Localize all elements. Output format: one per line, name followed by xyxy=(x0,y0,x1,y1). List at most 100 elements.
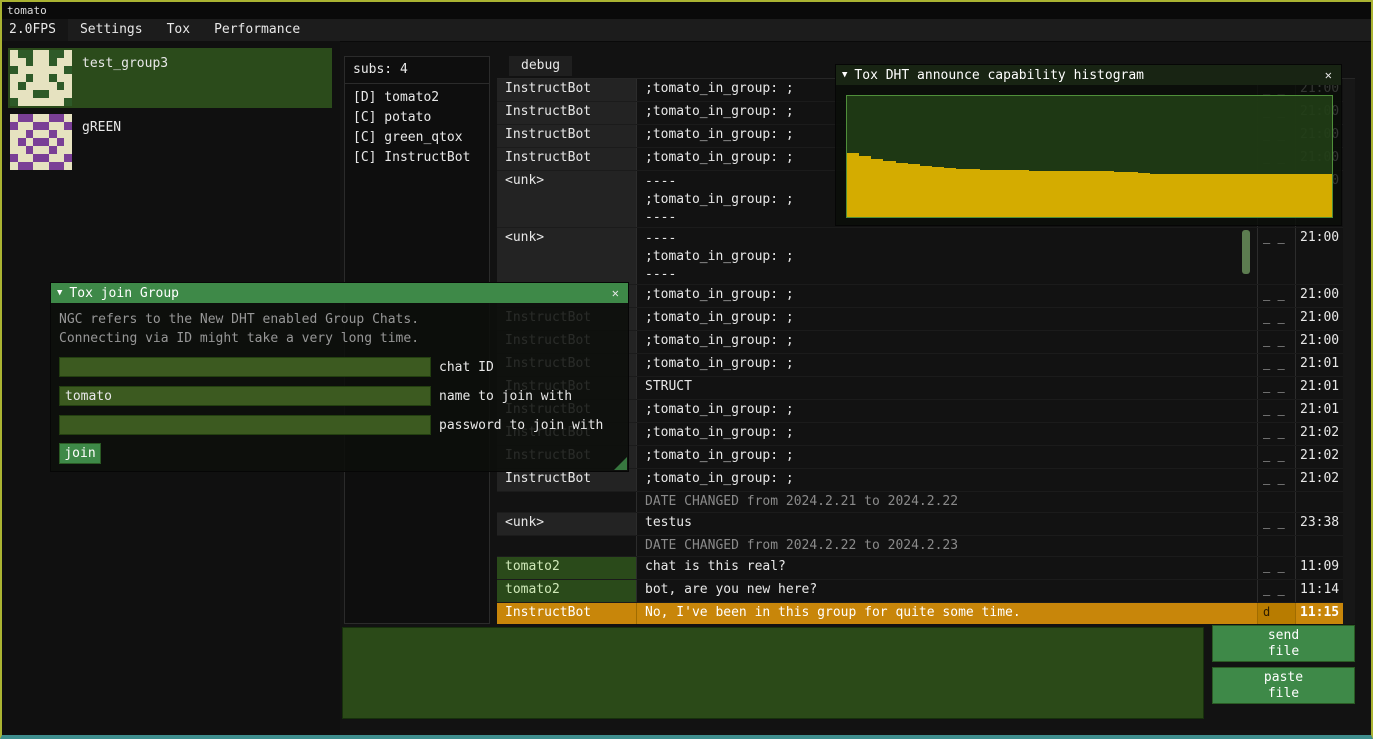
menu-item-settings[interactable]: Settings xyxy=(68,19,155,41)
histogram-bar xyxy=(1211,174,1223,217)
chat-sender: InstructBot xyxy=(497,102,637,124)
histogram-window-titlebar[interactable]: ▼ Tox DHT announce capability histogram … xyxy=(836,65,1341,85)
chat-timestamp: 21:01 xyxy=(1295,354,1343,376)
members-count-header: subs: 4 xyxy=(345,57,489,84)
chat-message: ;tomato_in_group: ; xyxy=(637,400,1257,422)
chat-timestamp xyxy=(1295,492,1343,512)
histogram-bar xyxy=(1150,174,1162,217)
menu-item-tox[interactable]: Tox xyxy=(155,19,202,41)
chat-message: testus xyxy=(637,513,1257,535)
tab-debug[interactable]: debug xyxy=(509,56,572,76)
chat-sender: InstructBot xyxy=(497,125,637,147)
menu-bar: 2.0FPS Settings Tox Performance xyxy=(2,19,1371,42)
join-button[interactable]: join xyxy=(59,443,101,464)
histogram-bar xyxy=(1065,171,1077,217)
chat-status-flags: _ _ xyxy=(1257,228,1295,284)
histogram-bar xyxy=(1138,173,1150,217)
chat-sender: <unk> xyxy=(497,171,637,227)
member-item[interactable]: [C] potato xyxy=(345,108,489,128)
member-item[interactable]: [C] green_qtox xyxy=(345,128,489,148)
collapse-icon[interactable]: ▼ xyxy=(57,288,62,298)
group-avatar-1 xyxy=(10,114,72,170)
chat-message: ;tomato_in_group: ; xyxy=(637,446,1257,468)
chat-message: ;tomato_in_group: ; xyxy=(637,423,1257,445)
chat-sender xyxy=(497,492,637,512)
chat-scrollbar[interactable] xyxy=(1343,79,1355,624)
histogram-bar xyxy=(920,166,932,217)
member-item[interactable]: [C] InstructBot xyxy=(345,148,489,168)
join-window-titlebar[interactable]: ▼ Tox join Group ✕ xyxy=(51,283,628,303)
menu-item-performance[interactable]: Performance xyxy=(202,19,312,41)
chat-row[interactable]: DATE CHANGED from 2024.2.21 to 2024.2.22 xyxy=(497,492,1343,513)
chat-status-flags: _ _ xyxy=(1257,446,1295,468)
chat-message: ;tomato_in_group: ; xyxy=(637,331,1257,353)
chat-row[interactable]: <unk>----;tomato_in_group: ;----_ _21:00 xyxy=(497,228,1343,285)
chat-id-input[interactable] xyxy=(59,357,431,377)
chat-status-flags: _ _ xyxy=(1257,354,1295,376)
resize-grip[interactable] xyxy=(614,457,627,470)
join-name-row: name to join with xyxy=(59,386,620,406)
chat-message: bot, are you new here? xyxy=(637,580,1257,602)
close-icon[interactable]: ✕ xyxy=(1322,68,1335,82)
chat-row[interactable]: tomato2chat is this real?_ _11:09 xyxy=(497,557,1343,580)
join-window-body: NGC refers to the New DHT enabled Group … xyxy=(51,303,628,464)
join-password-row: password to join with xyxy=(59,415,620,435)
member-item[interactable]: [D] tomato2 xyxy=(345,88,489,108)
close-icon[interactable]: ✕ xyxy=(609,286,622,300)
histogram-bar xyxy=(1102,171,1114,217)
chat-id-label: chat ID xyxy=(439,360,494,375)
chat-timestamp: 21:02 xyxy=(1295,469,1343,491)
chat-row[interactable]: <unk>testus_ _23:38 xyxy=(497,513,1343,536)
chat-status-flags: _ _ xyxy=(1257,557,1295,579)
join-name-input[interactable] xyxy=(59,386,431,406)
scrollbar-thumb[interactable] xyxy=(1242,230,1250,274)
histogram-bar xyxy=(1090,171,1102,217)
histogram-bar xyxy=(1259,174,1271,217)
chat-row[interactable]: tomato2bot, are you new here?_ _11:14 xyxy=(497,580,1343,603)
histogram-bar xyxy=(1247,174,1259,217)
send-file-button[interactable]: send file xyxy=(1212,625,1355,662)
chat-timestamp: 21:00 xyxy=(1295,331,1343,353)
chat-sender: InstructBot xyxy=(497,603,637,624)
histogram-bar xyxy=(908,164,920,217)
chat-timestamp: 11:14 xyxy=(1295,580,1343,602)
chat-message: STRUCT xyxy=(637,377,1257,399)
chat-timestamp: 21:01 xyxy=(1295,400,1343,422)
message-input[interactable] xyxy=(343,628,1203,718)
group-avatar-0 xyxy=(10,50,72,106)
histogram-bar xyxy=(871,159,883,217)
join-password-input[interactable] xyxy=(59,415,431,435)
join-desc-line1: NGC refers to the New DHT enabled Group … xyxy=(59,310,620,329)
histogram-bar xyxy=(1077,171,1089,217)
chat-message: DATE CHANGED from 2024.2.22 to 2024.2.23 xyxy=(637,536,1257,556)
chat-sender: <unk> xyxy=(497,513,637,535)
join-group-window: ▼ Tox join Group ✕ NGC refers to the New… xyxy=(50,282,629,472)
chat-row[interactable]: InstructBot;tomato_in_group: ;_ _21:02 xyxy=(497,469,1343,492)
histogram-bar xyxy=(1199,174,1211,217)
histogram-bar xyxy=(1187,174,1199,217)
histogram-bar xyxy=(1126,172,1138,217)
chat-sender xyxy=(497,536,637,556)
sidebar-item-green[interactable]: gREEN xyxy=(8,112,332,172)
fps-counter: 2.0FPS xyxy=(2,19,68,41)
histogram-bar xyxy=(1320,174,1332,217)
histogram-bar xyxy=(993,170,1005,217)
chat-row[interactable]: DATE CHANGED from 2024.2.22 to 2024.2.23 xyxy=(497,536,1343,557)
histogram-bar xyxy=(968,169,980,217)
collapse-icon[interactable]: ▼ xyxy=(842,70,847,80)
histogram-bar xyxy=(944,168,956,217)
join-password-label: password to join with xyxy=(439,418,603,433)
histogram-bar xyxy=(1114,172,1126,217)
chat-timestamp: 21:01 xyxy=(1295,377,1343,399)
histogram-bar xyxy=(1296,174,1308,217)
sidebar-item-test-group3[interactable]: test_group3 xyxy=(8,48,332,108)
histogram-bar xyxy=(1308,174,1320,217)
chat-timestamp: 11:15 xyxy=(1295,603,1343,624)
chat-status-flags: _ _ xyxy=(1257,513,1295,535)
chat-row[interactable]: InstructBotNo, I've been in this group f… xyxy=(497,603,1343,624)
chat-timestamp: 23:38 xyxy=(1295,513,1343,535)
chat-status-flags: _ _ xyxy=(1257,331,1295,353)
histogram-bar xyxy=(1017,170,1029,217)
paste-file-button[interactable]: paste file xyxy=(1212,667,1355,704)
chat-status-flags: _ _ xyxy=(1257,580,1295,602)
